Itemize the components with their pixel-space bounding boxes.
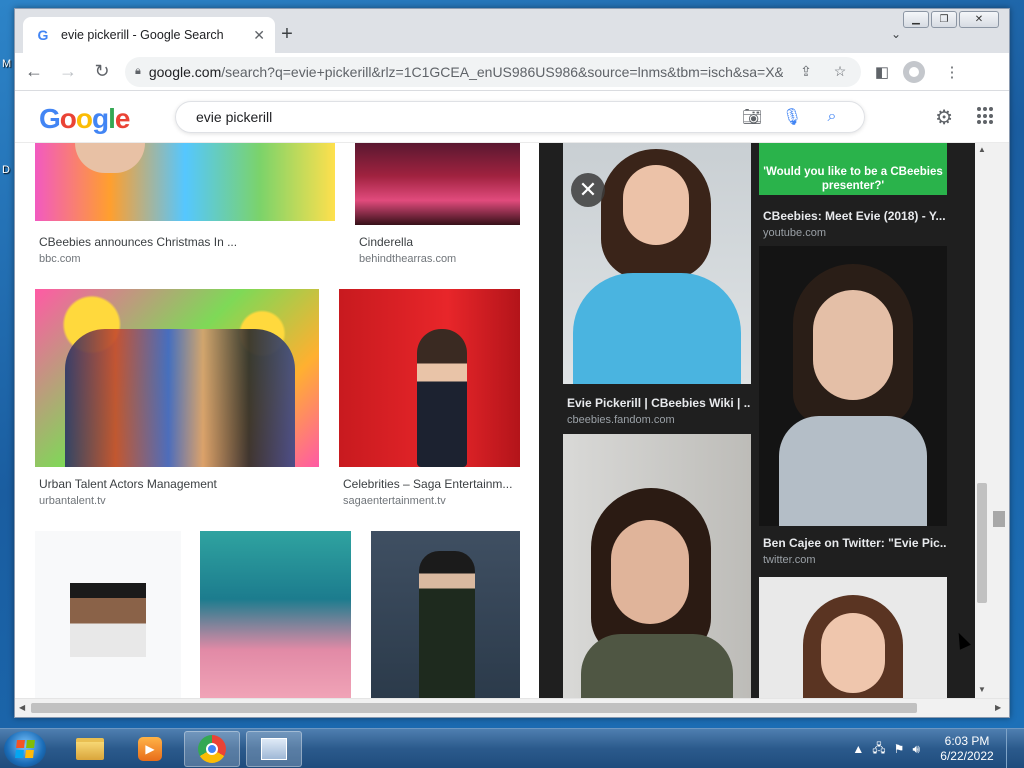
new-tab-plus-icon[interactable]: + (275, 23, 299, 47)
panel-image[interactable]: 'Would you like to be a CBeebies present… (759, 143, 947, 195)
folder-icon (76, 738, 104, 760)
panel-image[interactable] (563, 434, 751, 698)
taskbar-explorer[interactable] (62, 731, 118, 767)
media-player-icon: ▶ (138, 737, 162, 761)
google-logo[interactable]: Google (39, 103, 130, 135)
volume-icon[interactable]: 🔊︎ (912, 742, 920, 757)
profile-avatar-icon[interactable] (903, 60, 925, 83)
clock-date: 6/22/2022 (940, 749, 994, 763)
tab-close-icon[interactable]: ✕ (253, 27, 265, 44)
result-title[interactable]: CBeebies announces Christmas In ... (39, 235, 259, 249)
start-button[interactable] (4, 731, 46, 767)
search-input[interactable] (196, 109, 732, 125)
tab-strip: G evie pickerill - Google Search ✕ + ⌄ (15, 9, 1009, 53)
desktop-icon-label[interactable]: M (2, 58, 11, 70)
taskbar-control-panel[interactable] (246, 731, 302, 767)
panel-scrollbar[interactable]: ▲ ▼ (975, 143, 989, 698)
search-icon[interactable]: ⌕ (812, 108, 852, 126)
scroll-right-icon[interactable]: ▶ (995, 703, 1001, 712)
panel-item-title[interactable]: CBeebies: Meet Evie (2018) - Y... (763, 209, 947, 223)
result-source[interactable]: sagaentertainment.tv (343, 495, 446, 507)
forward-arrow-icon[interactable]: → (53, 57, 83, 87)
panel-image[interactable] (759, 246, 947, 526)
microphone-icon[interactable]: 🎙︎ (772, 107, 812, 127)
video-overlay-text: 'Would you like to be a CBeebies present… (763, 166, 943, 192)
network-icon[interactable]: 🖧︎ (872, 739, 885, 760)
share-icon[interactable]: ⇪ (795, 63, 817, 80)
result-image[interactable] (355, 143, 520, 225)
result-image[interactable] (35, 143, 335, 221)
clock[interactable]: 6:03 PM 6/22/2022 (934, 734, 1000, 764)
close-panel-icon[interactable]: ✕ (571, 173, 605, 207)
google-favicon-icon: G (37, 27, 49, 43)
result-image[interactable] (200, 531, 351, 701)
panel-item-title[interactable]: Ben Cajee on Twitter: "Evie Pic... (763, 536, 947, 550)
apps-grid-icon[interactable] (977, 107, 993, 125)
page-scrollbar-thumb[interactable] (993, 511, 1005, 527)
result-title[interactable]: Urban Talent Actors Management (39, 477, 217, 491)
browser-window: ▁ ❐ ✕ G evie pickerill - Google Search ✕… (14, 8, 1010, 718)
menu-kebab-icon[interactable]: ⋮ (937, 57, 967, 87)
scroll-up-icon[interactable]: ▲ (978, 145, 986, 154)
result-image[interactable] (35, 289, 319, 467)
google-header: Google 📷︎ 🎙︎ ⌕ ⚙ (15, 91, 1009, 143)
result-title[interactable]: Celebrities – Saga Entertainm... (343, 477, 519, 491)
panel-image[interactable] (759, 577, 947, 698)
taskbar: ▶ ▲ 🖧︎ ⚑ 🔊︎ 6:03 PM 6/22/2022 (0, 728, 1024, 768)
result-source[interactable]: bbc.com (39, 253, 81, 265)
taskbar-media-player[interactable]: ▶ (122, 731, 178, 767)
url-host: google.com (148, 63, 222, 80)
browser-toolbar: ← → ↻ 🔒︎ google.com/search?q=evie+picker… (15, 53, 1009, 91)
panel-item-source[interactable]: twitter.com (763, 554, 816, 566)
clock-time: 6:03 PM (944, 734, 990, 748)
horizontal-scrollbar[interactable]: ◀ ▶ (15, 698, 1009, 717)
panel-item-source[interactable]: cbeebies.fandom.com (567, 414, 675, 426)
url-text[interactable]: google.com/search?q=evie+pickerill&rlz=1… (149, 64, 783, 80)
show-desktop-button[interactable] (1006, 729, 1016, 768)
system-tray: ▲ 🖧︎ ⚑ 🔊︎ 6:03 PM 6/22/2022 (848, 729, 1024, 768)
windows-logo-icon (15, 740, 35, 758)
result-image[interactable] (339, 289, 520, 467)
result-image[interactable] (35, 531, 181, 701)
lock-icon[interactable]: 🔒︎ (135, 65, 141, 78)
result-title[interactable]: Cinderella (359, 235, 413, 249)
image-results-grid: CBeebies announces Christmas In ... bbc.… (15, 143, 539, 717)
result-source[interactable]: behindthearras.com (359, 253, 456, 265)
settings-gear-icon[interactable]: ⚙ (935, 105, 953, 130)
control-panel-icon (261, 738, 287, 760)
panel-scrollbar-thumb[interactable] (977, 483, 987, 603)
action-center-flag-icon[interactable]: ⚑ (894, 742, 905, 756)
side-panel-icon[interactable]: ◧ (867, 57, 897, 87)
bookmark-star-icon[interactable]: ☆ (829, 63, 851, 80)
tray-expand-icon[interactable]: ▲ (852, 742, 864, 756)
panel-item-source[interactable]: youtube.com (763, 227, 826, 239)
page-viewport: Google 📷︎ 🎙︎ ⌕ ⚙ CBeebies announces Chri… (15, 91, 1009, 717)
panel-item-title[interactable]: Evie Pickerill | CBeebies Wiki | ... (567, 396, 751, 410)
url-path: /search?q=evie+pickerill&rlz=1C1GCEA_enU… (221, 63, 783, 80)
result-image[interactable] (371, 531, 520, 701)
tab-search-chevron-icon[interactable]: ⌄ (891, 27, 901, 41)
scroll-down-icon[interactable]: ▼ (978, 685, 986, 694)
page-scrollbar[interactable] (989, 143, 1009, 698)
chrome-icon (198, 735, 226, 763)
search-box: 📷︎ 🎙︎ ⌕ (175, 101, 865, 133)
tab-title: evie pickerill - Google Search (61, 28, 224, 42)
result-source[interactable]: urbantalent.tv (39, 495, 106, 507)
address-bar[interactable]: 🔒︎ google.com/search?q=evie+pickerill&rl… (125, 56, 861, 87)
tab-google-search[interactable]: G evie pickerill - Google Search ✕ (23, 17, 275, 53)
taskbar-chrome[interactable] (184, 731, 240, 767)
back-arrow-icon[interactable]: ← (19, 57, 49, 87)
image-preview-panel: ✕ Evie Pickerill | CBeebies Wiki | ... c… (539, 143, 975, 698)
desktop-icon-label[interactable]: D (2, 164, 10, 176)
horizontal-scrollbar-thumb[interactable] (31, 703, 917, 713)
camera-icon[interactable]: 📷︎ (732, 107, 772, 127)
reload-icon[interactable]: ↻ (87, 57, 117, 87)
scroll-left-icon[interactable]: ◀ (19, 703, 25, 712)
